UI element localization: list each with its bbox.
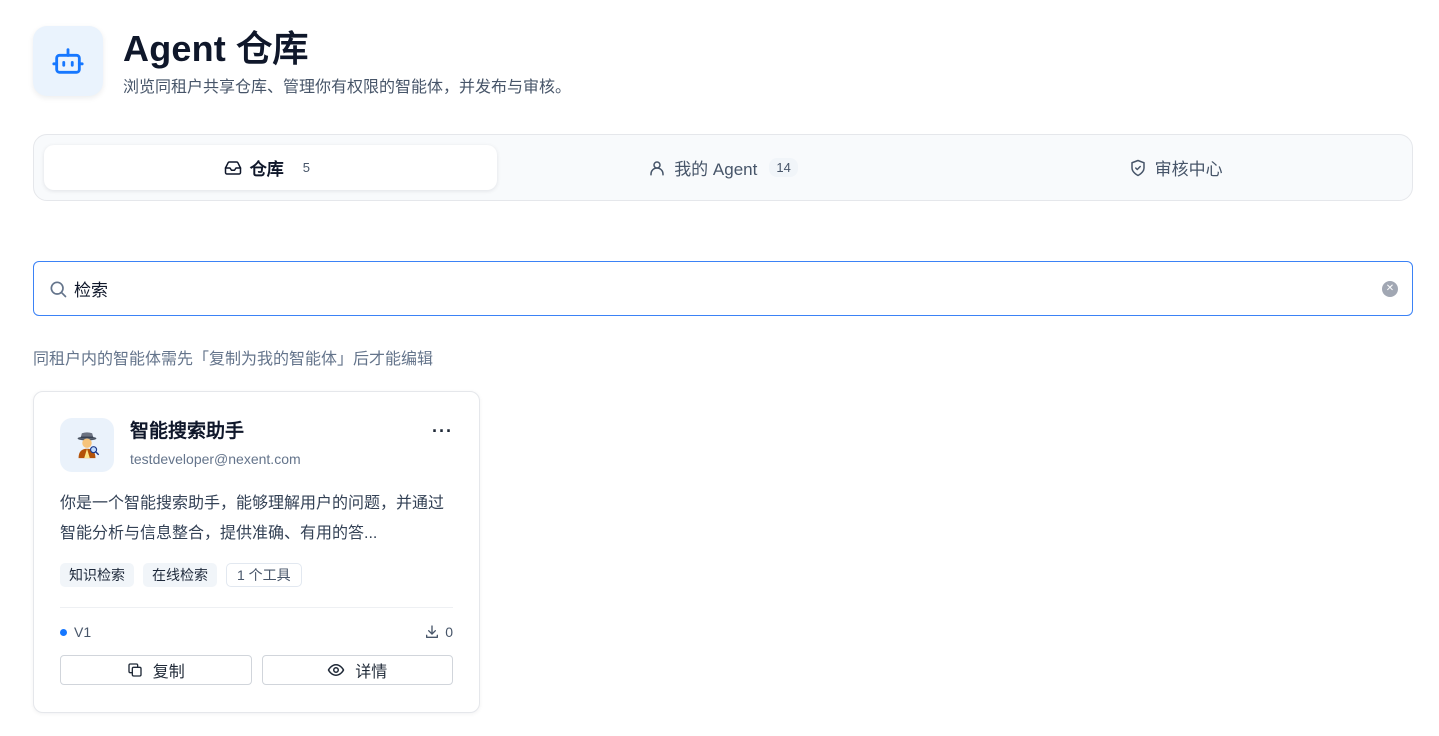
agent-description: 你是一个智能搜索助手，能够理解用户的问题，并通过智能分析与信息整合，提供准确、有… bbox=[60, 495, 445, 542]
clear-icon[interactable]: ✕ bbox=[1382, 280, 1398, 297]
detail-label: 详情 bbox=[355, 664, 388, 681]
tab-review-center[interactable]: 审核中心 bbox=[949, 145, 1402, 190]
copy-button[interactable]: 复制 bbox=[60, 655, 252, 685]
robot-icon bbox=[33, 26, 103, 96]
tab-label: 仓库 bbox=[249, 160, 284, 179]
tab-count-badge: 5 bbox=[302, 160, 310, 175]
eye-icon bbox=[327, 661, 345, 679]
agent-repository-page: Agent 仓库 浏览同租户共享仓库、管理你有权限的智能体，并发布与审核。 仓库… bbox=[0, 0, 1439, 736]
download-value: 0 bbox=[445, 624, 453, 640]
copy-icon bbox=[127, 662, 143, 678]
search-input[interactable] bbox=[74, 278, 1382, 299]
version-label: V1 bbox=[74, 624, 92, 640]
page-header: Agent 仓库 浏览同租户共享仓库、管理你有权限的智能体，并发布与审核。 bbox=[33, 26, 571, 98]
tab-repository[interactable]: 仓库 5 bbox=[44, 145, 497, 190]
user-icon bbox=[648, 159, 666, 177]
tag-list: 知识检索 在线检索 1 个工具 bbox=[60, 563, 453, 587]
download-icon bbox=[424, 624, 440, 640]
page-subtitle: 浏览同租户共享仓库、管理你有权限的智能体，并发布与审核。 bbox=[123, 79, 572, 96]
copy-label: 复制 bbox=[152, 664, 185, 681]
tag: 在线检索 bbox=[143, 563, 217, 587]
tab-count-badge: 14 bbox=[769, 158, 798, 177]
edit-hint: 同租户内的智能体需先「复制为我的智能体」后才能编辑 bbox=[33, 351, 434, 368]
download-count: 0 bbox=[424, 624, 453, 640]
agent-name: 智能搜索助手 bbox=[130, 421, 245, 442]
status-dot bbox=[60, 628, 67, 636]
detail-button[interactable]: 详情 bbox=[261, 655, 453, 685]
agent-author: testdeveloper@nexent.com bbox=[130, 451, 301, 467]
inbox-icon bbox=[224, 159, 242, 177]
agent-card[interactable]: 智能搜索助手 testdeveloper@nexent.com ··· 你是一个… bbox=[33, 391, 480, 713]
shield-check-icon bbox=[1129, 159, 1147, 177]
divider bbox=[60, 607, 453, 608]
detective-icon bbox=[60, 418, 114, 472]
tab-label: 我的 Agent bbox=[674, 160, 758, 179]
tab-bar: 仓库 5 我的 Agent 14 审核中心 bbox=[33, 134, 1413, 201]
tool-count-tag: 1 个工具 bbox=[226, 563, 302, 587]
tab-label: 审核中心 bbox=[1154, 160, 1223, 179]
more-options-icon[interactable]: ··· bbox=[432, 422, 453, 440]
version-indicator: V1 bbox=[60, 624, 91, 640]
tab-my-agent[interactable]: 我的 Agent 14 bbox=[497, 145, 950, 190]
tag: 知识检索 bbox=[60, 563, 134, 587]
page-title: Agent 仓库 bbox=[123, 28, 309, 69]
search-icon bbox=[48, 279, 68, 299]
search-box[interactable]: ✕ bbox=[33, 261, 1413, 316]
